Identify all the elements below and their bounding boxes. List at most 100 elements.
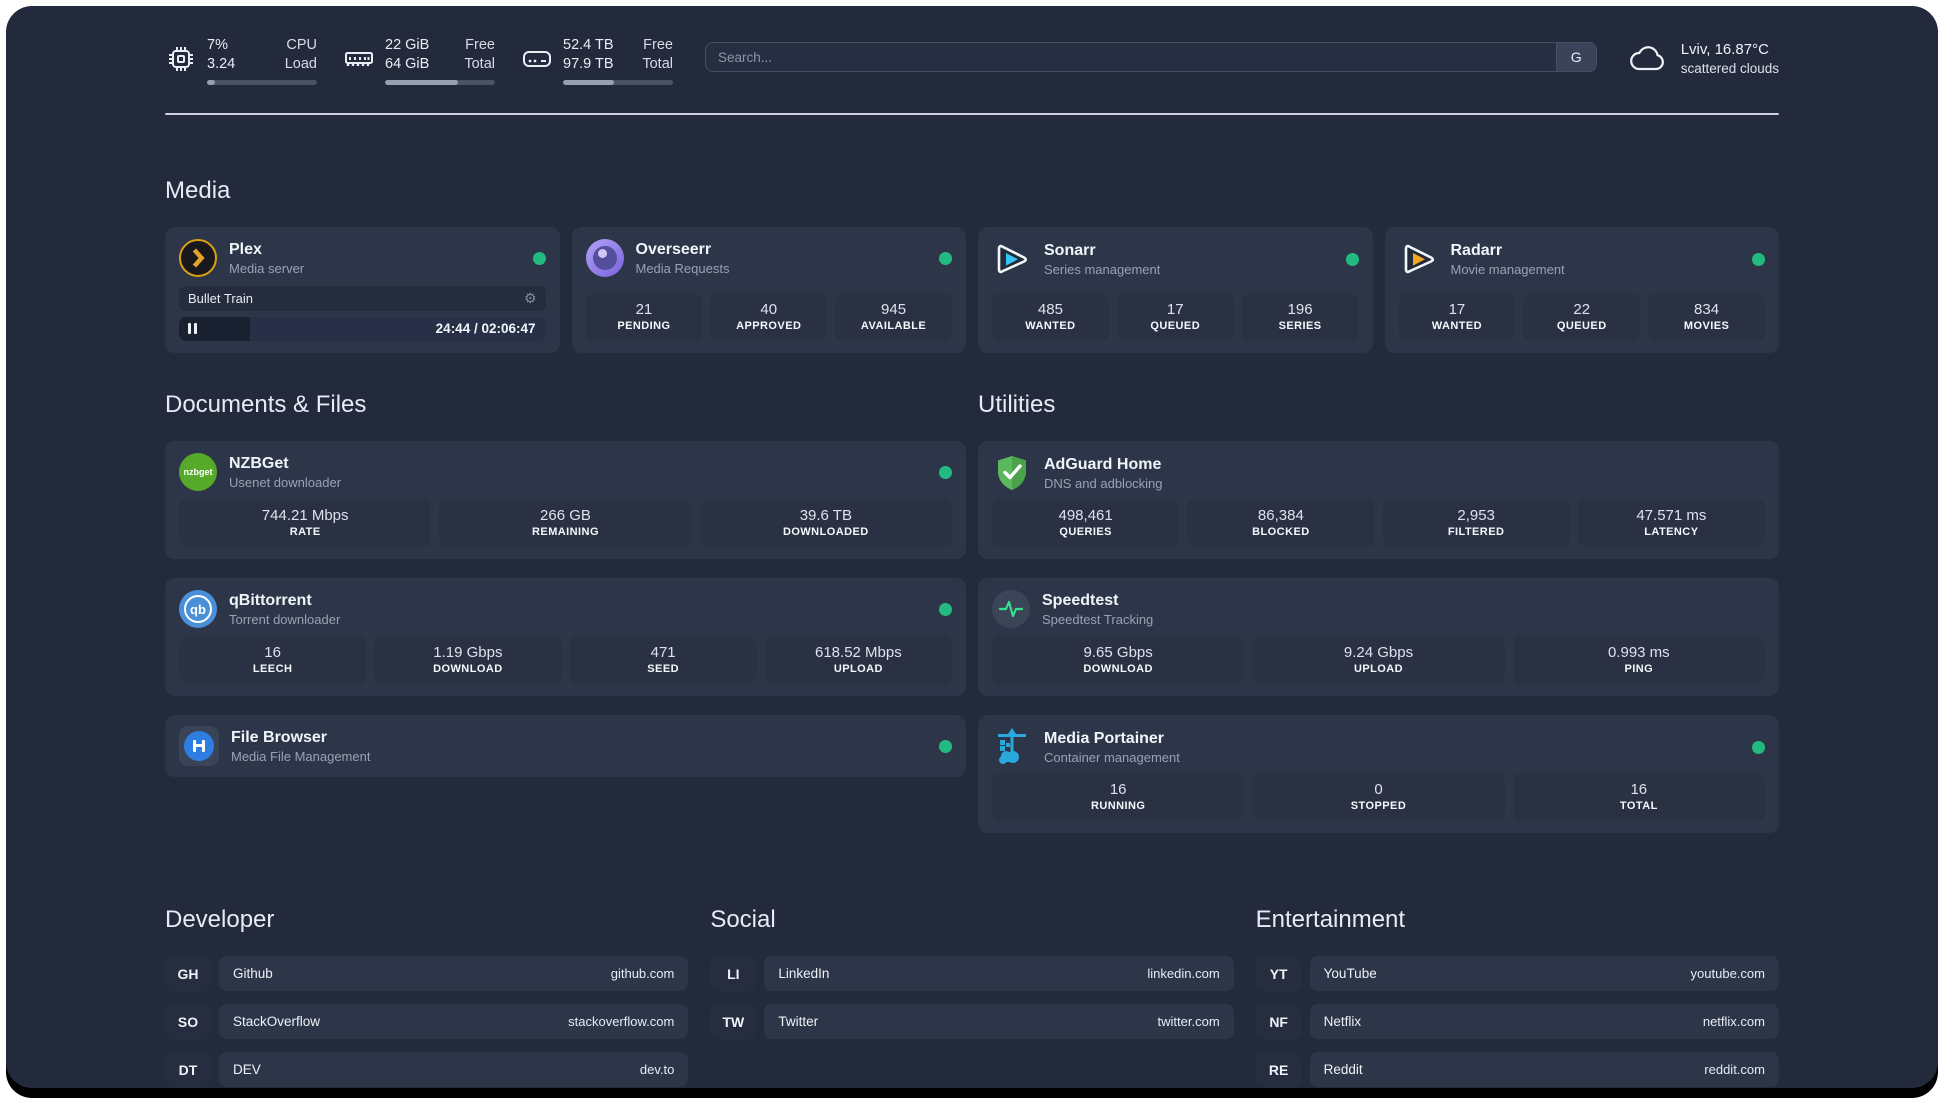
app-card-nzbget[interactable]: nzbget NZBGet Usenet downloader 744.21 M… [165,441,966,559]
app-card-speedtest[interactable]: Speedtest Speedtest Tracking 9.65 Gbps D… [978,578,1779,696]
stat-wanted: 485 WANTED [992,293,1109,341]
memory-widget: 22 GiB 64 GiB Free Total [343,36,495,85]
stat-label: LATENCY [1644,526,1699,538]
app-desc: DNS and adblocking [1044,475,1163,491]
app-card-adguard[interactable]: AdGuard Home DNS and adblocking 498,461 … [978,441,1779,559]
stat-value: 266 GB [540,507,591,524]
section-title-entertainment: Entertainment [1255,906,1406,933]
disk-usage-bar [563,80,673,85]
stat-label: UPLOAD [833,663,883,675]
pause-button[interactable] [188,323,197,335]
overseerr-icon [585,239,624,277]
app-card-filebrowser[interactable]: File Browser Media File Management [165,715,966,777]
stat-download: 1.19 Gbps DOWNLOAD [374,636,562,684]
bookmark-name: Github [233,966,273,981]
stat-value: 0.993 ms [1607,644,1670,661]
adguard-icon [998,456,1026,490]
app-desc: Movie management [1450,261,1565,277]
stat-label: RATE [289,526,321,538]
stat-total: 16 TOTAL [1512,773,1765,821]
app-name: Overseerr [635,240,712,258]
app-desc: Speedtest Tracking [1042,611,1154,627]
stat-download: 9.65 Gbps DOWNLOAD [992,636,1245,684]
app-card-qbittorrent[interactable]: qb qBittorrent Torrent downloader 16 LEE… [165,578,966,696]
app-card-radarr[interactable]: Radarr Movie management 17 WANTED 22 QUE… [1384,227,1779,353]
bookmark-name: LinkedIn [778,966,830,981]
stat-label: SEED [647,663,679,675]
stat-label: MOVIES [1683,320,1730,332]
stat-value: 16 [264,644,281,661]
app-desc: Torrent downloader [229,611,341,627]
bookmark-stackoverflow[interactable]: SO StackOverflow stackoverflow.com [165,1004,689,1039]
status-dot [939,602,952,616]
app-card-sonarr[interactable]: Sonarr Series management 485 WANTED 17 Q… [978,227,1373,353]
playback-progress-bar[interactable]: 24:44 / 02:06:47 [179,316,546,341]
stat-value: 485 [1037,301,1063,318]
bookmark-twitter[interactable]: TW Twitter twitter.com [710,1004,1234,1039]
media-grid: Plex Media server Bullet Train ⚙ 24:44 /… [165,227,1779,353]
section-title-social: Social [710,906,776,933]
app-card-plex[interactable]: Plex Media server Bullet Train ⚙ 24:44 /… [165,227,560,353]
status-dot [939,251,952,265]
stat-running: 16 RUNNING [992,773,1245,821]
now-playing-title: Bullet Train [188,290,254,306]
now-playing-row: Bullet Train ⚙ [179,286,546,311]
bookmark-netflix[interactable]: NF Netflix netflix.com [1255,1004,1779,1039]
bookmark-youtube[interactable]: YT YouTube youtube.com [1255,956,1779,991]
search-input[interactable] [706,43,1556,71]
disk-total-label: Total [642,56,673,72]
weather-location: Lviv, 16.87°C [1680,41,1769,58]
app-name: qBittorrent [229,591,312,609]
stat-label: REMAINING [532,526,599,538]
stat-value: 40 [760,301,778,318]
search-engine-button[interactable]: G [1555,43,1596,71]
stat-label: RUNNING [1090,800,1146,812]
app-desc: Container management [1044,749,1180,765]
stat-value: 618.52 Mbps [815,644,902,661]
stat-value: 39.6 TB [799,507,852,524]
stat-value: 498,461 [1058,507,1113,524]
stat-filtered: 2,953 FILTERED [1382,499,1570,547]
bookmark-linkedin[interactable]: LI LinkedIn linkedin.com [710,956,1234,991]
bookmark-url: linkedin.com [1147,966,1220,981]
stat-label: WANTED [1025,320,1076,332]
bookmark-github[interactable]: GH Github github.com [165,956,689,991]
bookmark-dev[interactable]: DT DEV dev.to [165,1052,689,1087]
dashboard-window: 7% 3.24 CPU Load 22 GiB 64 GiB Free Tota… [6,6,1938,1088]
app-name: Radarr [1450,241,1503,259]
stat-wanted: 17 WANTED [1398,293,1516,341]
bookmark-abbr: DT [165,1052,211,1087]
nzbget-icon: nzbget [179,453,217,491]
stat-value: 834 [1694,301,1720,318]
stat-value: 17 [1166,301,1184,318]
stat-stopped: 0 STOPPED [1252,773,1505,821]
stat-label: DOWNLOADED [782,526,869,538]
cpu-icon [169,47,193,71]
stat-series: 196 SERIES [1241,293,1359,341]
app-card-overseerr[interactable]: Overseerr Media Requests 21 PENDING 40 A… [571,227,966,353]
disk-total-value: 97.9 TB [563,56,614,72]
bookmark-abbr: GH [165,956,211,991]
app-name: Speedtest [1042,591,1119,609]
stat-label: UPLOAD [1353,663,1404,675]
stat-movies: 834 MOVIES [1648,293,1765,341]
bookmark-url: github.com [610,966,675,981]
app-card-portainer[interactable]: Media Portainer Container management 16 … [978,715,1779,833]
bookmark-reddit[interactable]: RE Reddit reddit.com [1255,1052,1779,1087]
header-divider [165,113,1779,115]
app-name: Sonarr [1044,241,1096,259]
portainer-icon [998,728,1026,764]
stat-label: AVAILABLE [860,320,927,332]
filebrowser-icon [179,726,219,766]
app-name: Plex [229,240,262,258]
ram-icon [345,52,373,66]
cpu-load-value: 3.24 [207,56,236,72]
stat-value: 196 [1287,301,1313,318]
stat-label: QUEUED [1150,320,1201,332]
gear-icon[interactable]: ⚙ [524,291,537,305]
app-desc: Media server [229,260,305,276]
stat-upload: 9.24 Gbps UPLOAD [1252,636,1505,684]
stat-value: 17 [1448,301,1466,318]
bookmark-name: Reddit [1323,1062,1363,1077]
memory-free-value: 22 GiB [385,37,430,53]
